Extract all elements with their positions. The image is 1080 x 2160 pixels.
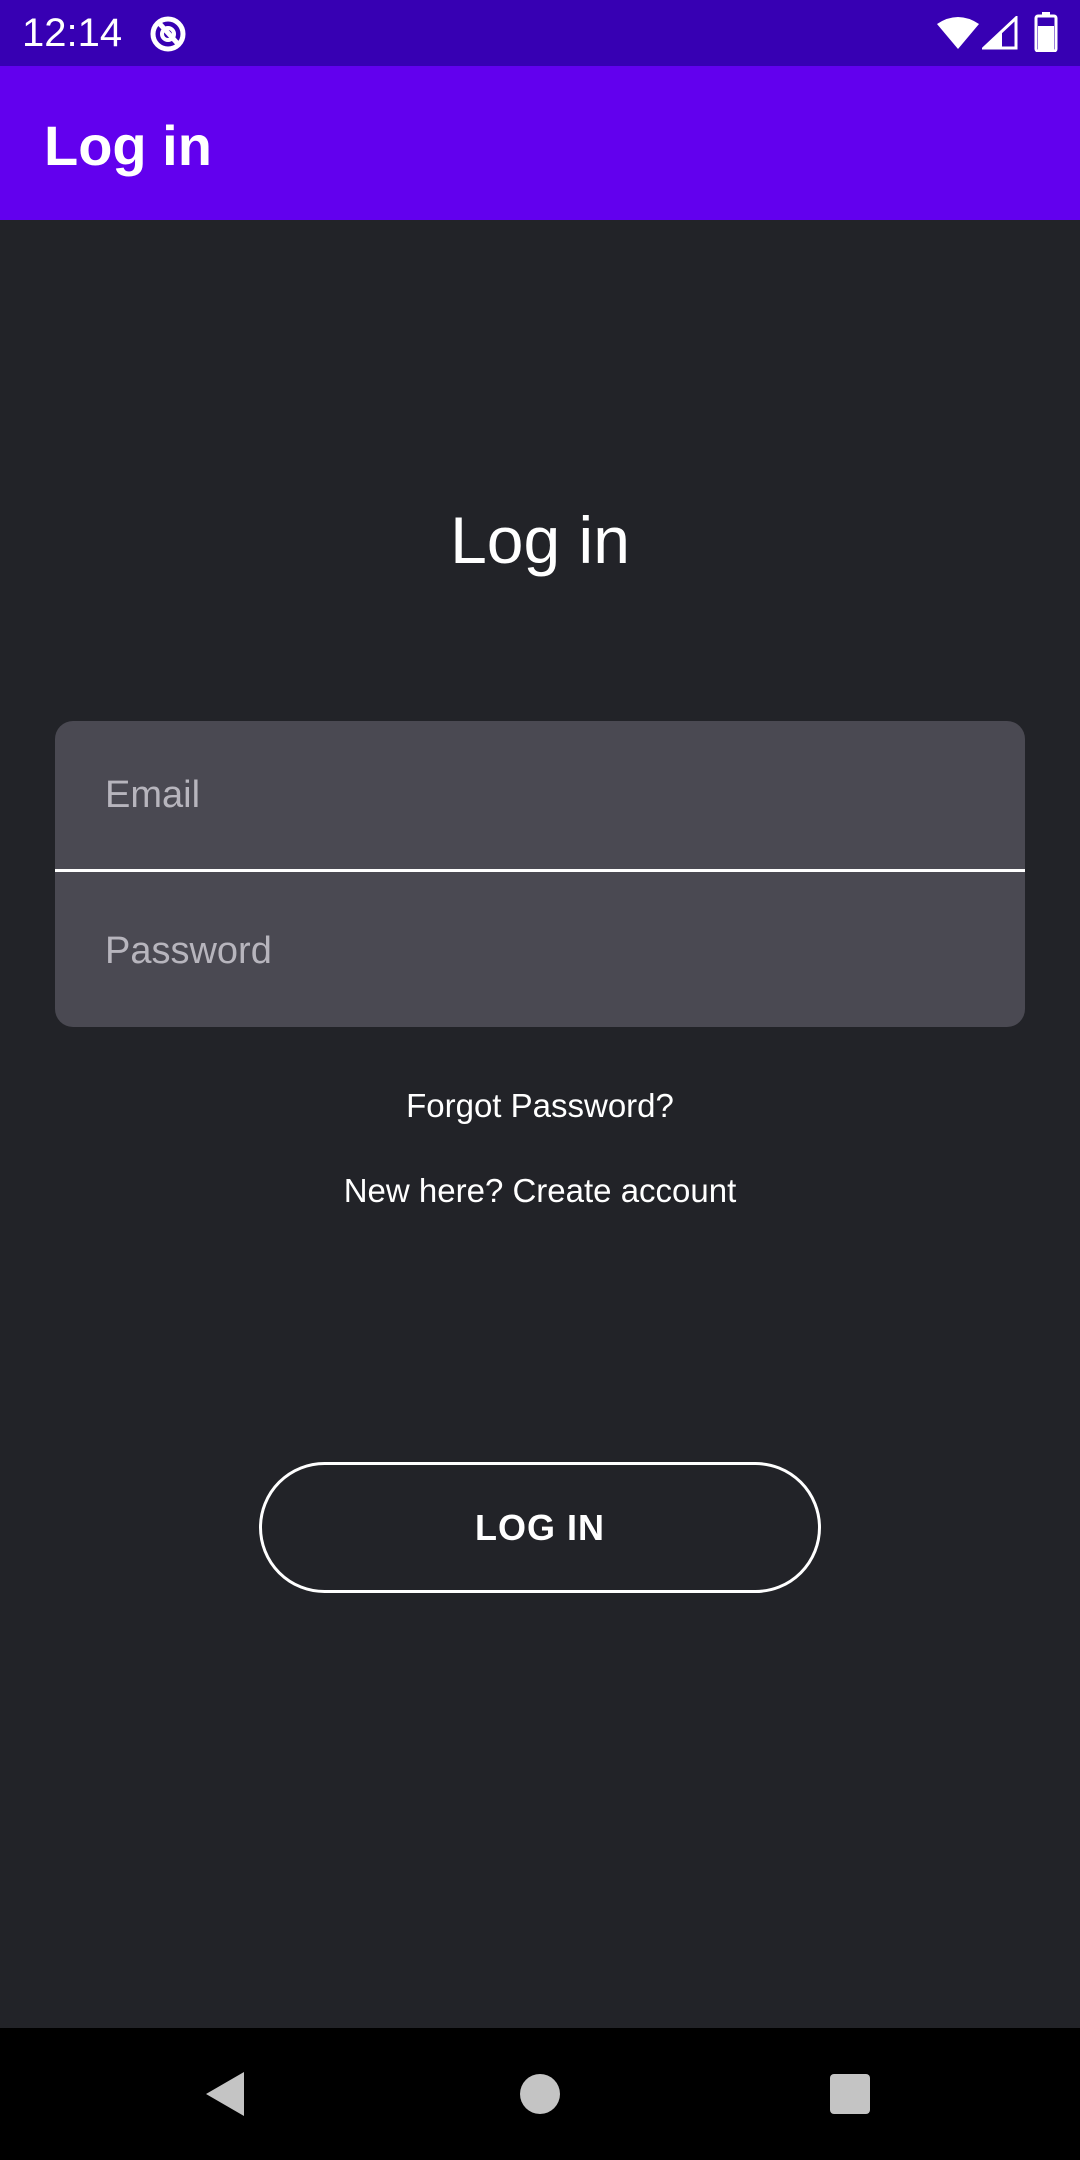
- status-time: 12:14: [22, 11, 123, 55]
- password-field[interactable]: [55, 875, 1025, 1027]
- signal-icon: [982, 16, 1018, 50]
- battery-icon: [1034, 12, 1058, 52]
- status-bar: 12:14: [0, 0, 1080, 66]
- notification-icon: [150, 16, 186, 52]
- page-title: Log in: [450, 503, 630, 577]
- back-icon[interactable]: [204, 2070, 246, 2118]
- forgot-password-link[interactable]: Forgot Password?: [0, 1086, 1080, 1126]
- email-input[interactable]: [105, 721, 985, 869]
- home-icon[interactable]: [518, 2072, 562, 2116]
- password-input[interactable]: [105, 875, 985, 1027]
- app-bar-title: Log in: [44, 114, 212, 177]
- create-account-link[interactable]: New here? Create account: [0, 1171, 1080, 1211]
- recents-icon[interactable]: [828, 2072, 872, 2116]
- login-button[interactable]: LOG IN: [259, 1462, 821, 1593]
- navigation-bar: [0, 2028, 1080, 2160]
- app-bar: Log in: [0, 66, 1080, 220]
- login-form: [55, 721, 1025, 1027]
- email-field[interactable]: [55, 721, 1025, 872]
- login-screen: 12:14 Log in Log in Forgot Password?: [0, 0, 1080, 2160]
- wifi-icon: [937, 17, 979, 49]
